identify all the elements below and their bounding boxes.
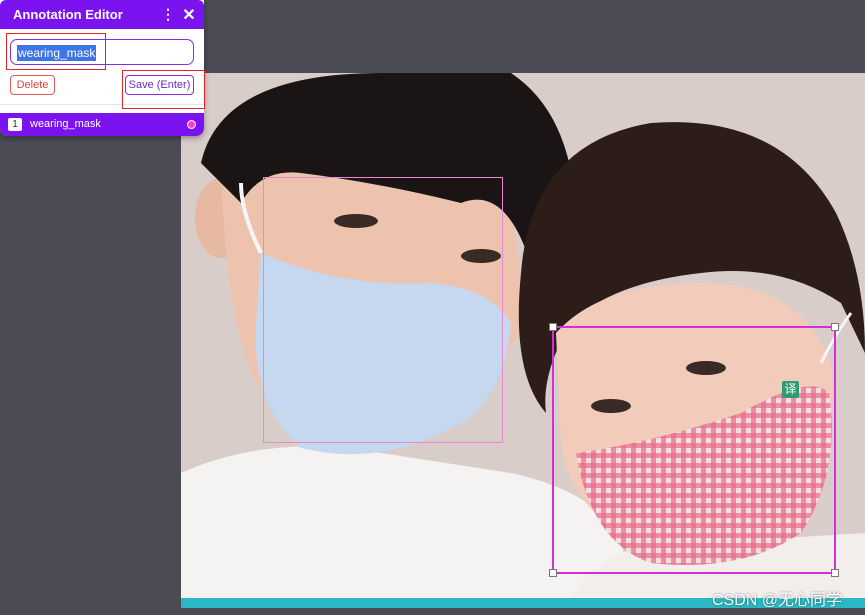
resize-handle-bottom-right[interactable]: [831, 569, 839, 577]
delete-button[interactable]: Delete: [10, 75, 55, 95]
annotation-list-item[interactable]: 1 wearing_mask: [0, 113, 204, 136]
resize-handle-top-left[interactable]: [549, 323, 557, 331]
highlight-outline-save: [122, 70, 205, 109]
bounding-box-man[interactable]: [263, 177, 503, 443]
panel-header: Annotation Editor ⋮ ✕: [0, 0, 204, 29]
panel-title: Annotation Editor: [13, 7, 123, 22]
bounding-box-woman-selected[interactable]: [549, 323, 839, 577]
more-options-icon[interactable]: ⋮: [161, 6, 175, 23]
annotation-color-dot: [187, 120, 196, 129]
highlight-outline-input: [6, 33, 106, 70]
annotation-index-badge: 1: [8, 118, 22, 131]
translate-badge[interactable]: 译: [782, 381, 799, 398]
annotation-label: wearing_mask: [30, 118, 101, 130]
resize-handle-top-right[interactable]: [831, 323, 839, 331]
close-icon[interactable]: ✕: [182, 5, 196, 25]
resize-handle-bottom-left[interactable]: [549, 569, 557, 577]
watermark: CSDN @无心同学: [712, 592, 843, 609]
